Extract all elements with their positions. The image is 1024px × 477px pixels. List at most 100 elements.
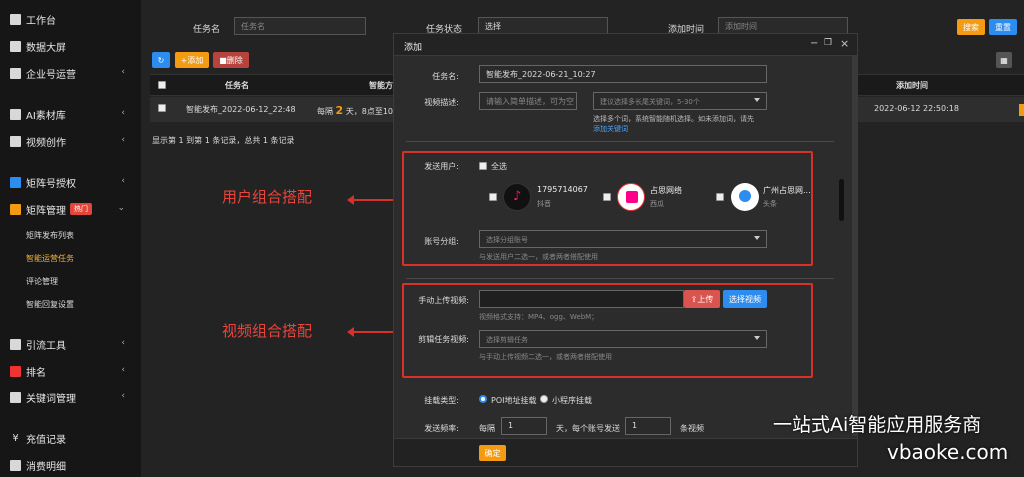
row-checkbox[interactable] bbox=[158, 104, 166, 112]
sidebar-item-label: 排名 bbox=[26, 367, 46, 379]
folder-icon bbox=[10, 108, 21, 120]
film-icon bbox=[10, 135, 21, 147]
sidebar-item-enterprise[interactable]: 企业号运营 ‹ bbox=[0, 63, 141, 83]
receipt-icon bbox=[10, 459, 21, 471]
sidebar-item-traffic[interactable]: 引流工具 ‹ bbox=[0, 334, 141, 354]
modal-mount-label: 挂载类型: bbox=[424, 396, 459, 405]
modal-footer bbox=[394, 438, 857, 466]
sidebar-item-matrix-manage[interactable]: 矩阵管理 热门 ⌄ bbox=[0, 199, 141, 219]
freq-mid-label: 天，每个账号发送 bbox=[556, 424, 620, 433]
confirm-button[interactable]: 确定 bbox=[479, 445, 506, 461]
task-name-filter-label: 任务名 bbox=[193, 25, 221, 35]
sidebar-item-workbench[interactable]: 工作台 bbox=[0, 9, 141, 29]
modal-scrollbar-thumb[interactable] bbox=[839, 179, 844, 221]
video-combo-highlight bbox=[402, 283, 813, 378]
trash-icon: ■ bbox=[219, 55, 227, 65]
mount-poi-label: POI地址挂载 bbox=[491, 396, 537, 405]
freq-every-label: 每隔 bbox=[479, 424, 495, 433]
modal-task-name-input[interactable]: 智能发布_2022-06-21_10:27 bbox=[479, 65, 767, 83]
chevron-left-icon: ‹ bbox=[121, 67, 125, 77]
sidebar-item-video-create[interactable]: 视频创作 ‹ bbox=[0, 131, 141, 151]
chevron-down-icon bbox=[754, 98, 760, 102]
table-footer: 显示第 1 到第 1 条记录，总共 1 条记录 bbox=[152, 136, 295, 145]
sidebar-item-label: 视频创作 bbox=[26, 137, 66, 149]
rank-icon bbox=[10, 365, 21, 377]
freq-count-input[interactable]: 1 bbox=[625, 417, 671, 435]
doc-icon bbox=[10, 391, 21, 403]
modal-title: 添加 bbox=[404, 43, 423, 53]
sidebar-item-label: 矩阵管理 bbox=[26, 205, 66, 217]
send-icon bbox=[10, 338, 21, 350]
row-add-time: 2022-06-12 22:50:18 bbox=[874, 104, 959, 113]
task-name-filter-input[interactable]: 任务名 bbox=[234, 17, 366, 35]
sidebar-item-label: 引流工具 bbox=[26, 340, 66, 352]
modal-keyword-select[interactable]: 建议选择多长尾关键词，5-30个 bbox=[593, 92, 767, 110]
sidebar-item-dashboard[interactable]: 数据大屏 bbox=[0, 36, 141, 56]
sidebar-item-label: AI素材库 bbox=[26, 110, 66, 122]
sidebar-subitem-smart-reply[interactable]: 智能回复设置 bbox=[26, 299, 74, 310]
sidebar-item-label: 工作台 bbox=[26, 15, 56, 27]
sidebar: 工作台 数据大屏 企业号运营 ‹ AI素材库 ‹ 视频创作 ‹ 矩阵号授权 ‹ 矩阵管理… bbox=[0, 0, 141, 477]
sidebar-item-matrix-auth[interactable]: 矩阵号授权 ‹ bbox=[0, 172, 141, 192]
search-button[interactable]: 搜索 bbox=[957, 19, 985, 35]
add-button[interactable]: + 添加 bbox=[175, 52, 209, 68]
auth-icon bbox=[10, 176, 21, 188]
sidebar-subitem-comments[interactable]: 评论管理 bbox=[26, 276, 58, 287]
sidebar-item-rank[interactable]: 排名 ‹ bbox=[0, 361, 141, 381]
sidebar-subitem-smart-task[interactable]: 智能运营任务 bbox=[26, 253, 74, 264]
sidebar-item-keywords[interactable]: 关键词管理 ‹ bbox=[0, 387, 141, 407]
close-icon[interactable]: × bbox=[840, 37, 849, 50]
sidebar-item-label: 充值记录 bbox=[26, 434, 66, 446]
annotation-arrow-user bbox=[347, 195, 397, 205]
sidebar-item-ai-library[interactable]: AI素材库 ‹ bbox=[0, 104, 141, 124]
column-header-task-name: 任务名 bbox=[225, 81, 249, 90]
refresh-button[interactable]: ↻ bbox=[152, 52, 170, 68]
annotation-user-combo: 用户组合搭配 bbox=[222, 188, 313, 206]
chart-icon bbox=[10, 40, 21, 52]
refresh-icon: ↻ bbox=[157, 55, 165, 65]
modal-scrollbar-track[interactable] bbox=[852, 56, 858, 436]
cloud-icon bbox=[10, 67, 21, 79]
watermark-slogan: 一站式Ai智能应用服务商 bbox=[773, 414, 982, 436]
columns-toggle-button[interactable]: ▦ bbox=[996, 52, 1012, 68]
row-frequency: 每隔 2 天，8点至10点 bbox=[317, 104, 402, 117]
mount-miniapp-radio[interactable] bbox=[540, 395, 548, 403]
column-header-add-time: 添加时间 bbox=[896, 81, 928, 90]
freq-days-input[interactable]: 1 bbox=[501, 417, 547, 435]
delete-button[interactable]: ■ 删除 bbox=[213, 52, 249, 68]
yen-icon: ¥ bbox=[12, 432, 19, 444]
chevron-left-icon: ‹ bbox=[121, 338, 125, 348]
row-action-button[interactable] bbox=[1019, 104, 1024, 116]
maximize-icon[interactable]: ❐ bbox=[824, 38, 832, 48]
modal-freq-label: 发送频率: bbox=[424, 424, 459, 433]
chevron-left-icon: ‹ bbox=[121, 365, 125, 375]
select-all-rows-checkbox[interactable] bbox=[158, 81, 166, 89]
add-keyword-link[interactable]: 添加关键词 bbox=[593, 124, 628, 134]
freq-unit-label: 条视频 bbox=[680, 424, 704, 433]
grid-icon: ▦ bbox=[1000, 55, 1008, 65]
mount-poi-radio[interactable] bbox=[479, 395, 487, 403]
sidebar-item-label: 关键词管理 bbox=[26, 393, 76, 405]
reset-button[interactable]: 重置 bbox=[989, 19, 1017, 35]
column-header-smart: 智能方 bbox=[369, 81, 393, 90]
sidebar-item-label: 矩阵号授权 bbox=[26, 178, 76, 190]
mount-miniapp-label: 小程序挂载 bbox=[552, 396, 592, 405]
sidebar-item-recharge[interactable]: ¥ 充值记录 bbox=[0, 428, 141, 448]
plus-icon: + bbox=[180, 55, 188, 65]
sidebar-item-label: 消费明细 bbox=[26, 461, 66, 473]
watermark-domain: vbaoke.com bbox=[887, 440, 1009, 464]
modal-divider bbox=[406, 141, 834, 142]
chevron-left-icon: ‹ bbox=[121, 176, 125, 186]
modal-keyword-hint: 选择多个词，系统智能随机选择。如未添加词，请先 bbox=[593, 115, 754, 123]
user-combo-highlight bbox=[402, 151, 813, 266]
chevron-left-icon: ‹ bbox=[121, 108, 125, 118]
sidebar-subitem-publish-list[interactable]: 矩阵发布列表 bbox=[26, 230, 74, 241]
sidebar-item-consumption[interactable]: 消费明细 bbox=[0, 455, 141, 475]
sidebar-item-label: 企业号运营 bbox=[26, 69, 76, 81]
sidebar-item-label: 数据大屏 bbox=[26, 42, 66, 54]
hot-badge: 热门 bbox=[70, 203, 92, 215]
modal-desc-input[interactable]: 请输入简单描述，可为空 bbox=[479, 92, 577, 110]
minimize-icon[interactable]: − bbox=[810, 38, 818, 49]
manage-icon bbox=[10, 203, 21, 215]
annotation-arrow-video bbox=[347, 327, 397, 337]
